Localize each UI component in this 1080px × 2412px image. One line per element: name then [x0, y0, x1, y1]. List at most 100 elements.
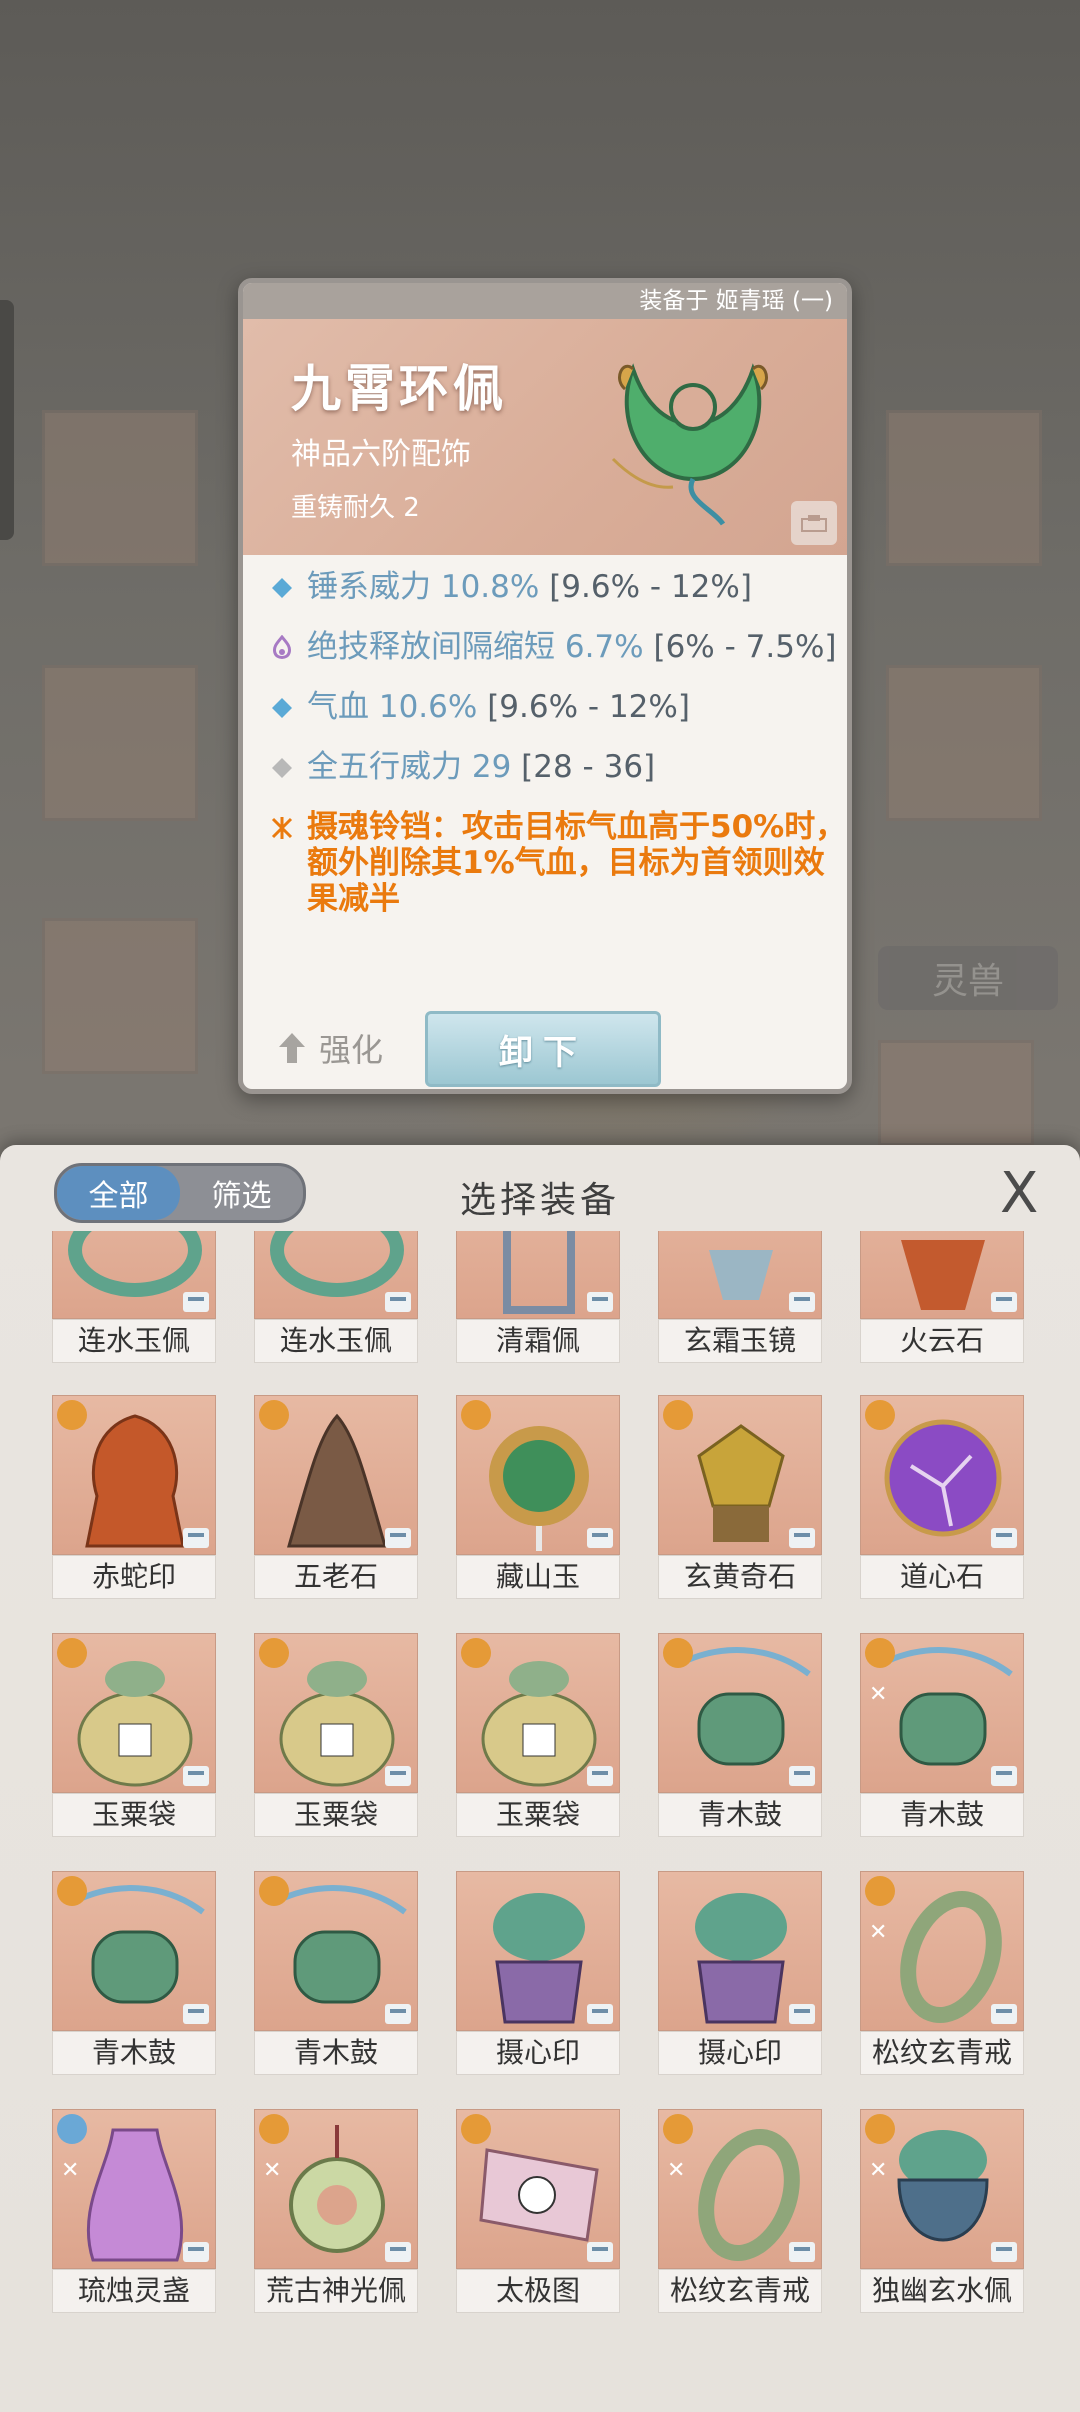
- tag-icon: [587, 1528, 613, 1548]
- tag-icon: [183, 1766, 209, 1786]
- special-mark-icon: ✕: [667, 2158, 686, 2183]
- equipment-item[interactable]: 青木鼓: [52, 1871, 216, 2079]
- equipment-item[interactable]: 玄黄奇石: [658, 1395, 822, 1603]
- tag-icon: [789, 2004, 815, 2024]
- card-actions: 强化 卸下: [243, 989, 847, 1089]
- item-grade: 神品六阶配饰: [291, 437, 471, 472]
- tag-icon: [991, 2242, 1017, 2262]
- rank-badge-icon: [259, 1638, 289, 1668]
- equipment-item[interactable]: 摄心印: [658, 1871, 822, 2079]
- equipment-item[interactable]: 连水玉佩: [52, 1231, 216, 1367]
- equipment-item[interactable]: ✕ 独幽玄水佩: [860, 2109, 1024, 2317]
- purple-flame-icon: [273, 635, 291, 659]
- equipment-item[interactable]: ✕ 松纹玄青戒: [658, 2109, 822, 2317]
- tag-icon: [991, 1528, 1017, 1548]
- equipment-item[interactable]: 玉粟袋: [52, 1633, 216, 1841]
- special-mark-icon: ✕: [869, 1682, 888, 1707]
- blue-diamond-icon: [272, 578, 292, 598]
- equipment-item[interactable]: 藏山玉: [456, 1395, 620, 1603]
- tag-icon: [587, 1292, 613, 1312]
- close-icon[interactable]: X: [1000, 1166, 1038, 1222]
- equipment-item[interactable]: 清霜佩: [456, 1231, 620, 1367]
- unequip-button[interactable]: 卸下: [425, 1011, 661, 1087]
- rank-badge-icon: [259, 1400, 289, 1430]
- item-detail-card: 装备于 姬青瑶 (一) 九霄环佩 神品六阶配饰 重铸耐久 2 锤系威力 10.8…: [238, 278, 852, 1094]
- equipment-item[interactable]: ✕ 琉烛灵盏: [52, 2109, 216, 2317]
- item-name: 九霄环佩: [291, 360, 507, 418]
- equipment-item[interactable]: 摄心印: [456, 1871, 620, 2079]
- tag-icon: [385, 1766, 411, 1786]
- lock-icon[interactable]: [791, 501, 837, 545]
- equipment-item[interactable]: 青木鼓: [254, 1871, 418, 2079]
- tag-icon: [587, 1766, 613, 1786]
- rank-badge-icon: [461, 1638, 491, 1668]
- equipment-item[interactable]: 太极图: [456, 2109, 620, 2317]
- blue-diamond-icon: [272, 698, 292, 718]
- rank-badge-icon: [663, 1400, 693, 1430]
- tag-icon: [183, 2242, 209, 2262]
- stat-list: 锤系威力 10.8% [9.6% - 12%] 绝技释放间隔缩短 6.7% [6…: [243, 569, 847, 941]
- side-handle[interactable]: [0, 300, 14, 540]
- equipment-item[interactable]: 玉粟袋: [254, 1633, 418, 1841]
- tag-icon: [587, 2242, 613, 2262]
- equipment-slot[interactable]: [878, 1040, 1034, 1146]
- stat-row: 全五行威力 29 [28 - 36]: [243, 749, 847, 785]
- jade-pendant-icon: [611, 363, 768, 526]
- stat-row: 绝技释放间隔缩短 6.7% [6% - 7.5%]: [243, 629, 847, 665]
- special-effect: 摄魂铃铛：攻击目标气血高于50%时，额外削除其1%气血，目标为首领则效果减半: [243, 809, 847, 917]
- rank-badge-icon: [259, 1876, 289, 1906]
- tag-icon: [587, 2004, 613, 2024]
- rank-badge-icon: [461, 2114, 491, 2144]
- rank-badge-icon: [259, 2114, 289, 2144]
- panel-title: 选择装备: [459, 1180, 620, 1221]
- tag-icon: [183, 2004, 209, 2024]
- stat-row: 气血 10.6% [9.6% - 12%]: [243, 689, 847, 725]
- stat-row: 锤系威力 10.8% [9.6% - 12%]: [243, 569, 847, 605]
- tag-icon: [385, 2242, 411, 2262]
- equipment-item[interactable]: 道心石: [860, 1395, 1024, 1603]
- equipment-slot[interactable]: [886, 410, 1042, 566]
- equipment-item[interactable]: 玄霜玉镜: [658, 1231, 822, 1367]
- rank-badge-icon: [57, 2114, 87, 2144]
- rank-badge-icon: [57, 1876, 87, 1906]
- equipment-grid: 连水玉佩 连水玉佩 清霜佩 玄霜玉镜 火云石 赤蛇印 五老石 藏山玉 玄黄奇石 …: [52, 1231, 1042, 2411]
- rank-badge-icon: [663, 1638, 693, 1668]
- tag-icon: [385, 1292, 411, 1312]
- equipment-slot[interactable]: [42, 918, 198, 1074]
- equipment-item[interactable]: 赤蛇印: [52, 1395, 216, 1603]
- special-mark-icon: ✕: [61, 2158, 80, 2183]
- rank-badge-icon: [57, 1400, 87, 1430]
- tag-icon: [991, 1292, 1017, 1312]
- equipment-item[interactable]: 火云石: [860, 1231, 1024, 1367]
- equipment-item[interactable]: 连水玉佩: [254, 1231, 418, 1367]
- upgrade-button[interactable]: 强化: [277, 1025, 383, 1071]
- tag-icon: [183, 1292, 209, 1312]
- rank-badge-icon: [865, 2114, 895, 2144]
- rank-badge-icon: [57, 1638, 87, 1668]
- equipped-by-label: 装备于 姬青瑶 (一): [243, 283, 847, 319]
- equipment-item[interactable]: 五老石: [254, 1395, 418, 1603]
- equipment-item[interactable]: 青木鼓: [658, 1633, 822, 1841]
- special-effect-icon: [271, 817, 293, 839]
- equipment-item[interactable]: ✕ 松纹玄青戒: [860, 1871, 1024, 2079]
- equipment-item[interactable]: 玉粟袋: [456, 1633, 620, 1841]
- equipment-item[interactable]: ✕ 青木鼓: [860, 1633, 1024, 1841]
- rank-badge-icon: [865, 1876, 895, 1906]
- tag-icon: [991, 2004, 1017, 2024]
- select-equipment-panel: 全部 筛选 选择装备 X 连水玉佩 连水玉佩 清霜佩 玄霜玉镜 火云石 赤蛇印 …: [0, 1145, 1080, 2412]
- tag-icon: [991, 1766, 1017, 1786]
- spirit-beast-tab[interactable]: 灵兽: [878, 946, 1058, 1010]
- equipment-slot[interactable]: [42, 665, 198, 821]
- tag-icon: [385, 1528, 411, 1548]
- rank-badge-icon: [663, 2114, 693, 2144]
- item-header: 九霄环佩 神品六阶配饰 重铸耐久 2: [243, 319, 847, 555]
- equipment-slot[interactable]: [42, 410, 198, 566]
- equipment-item[interactable]: ✕ 荒古神光佩: [254, 2109, 418, 2317]
- rank-badge-icon: [865, 1400, 895, 1430]
- tag-icon: [385, 2004, 411, 2024]
- special-mark-icon: ✕: [869, 1920, 888, 1945]
- arrow-up-icon: [279, 1033, 305, 1063]
- equipment-slot[interactable]: [886, 665, 1042, 821]
- rank-badge-icon: [865, 1638, 895, 1668]
- special-mark-icon: ✕: [263, 2158, 282, 2183]
